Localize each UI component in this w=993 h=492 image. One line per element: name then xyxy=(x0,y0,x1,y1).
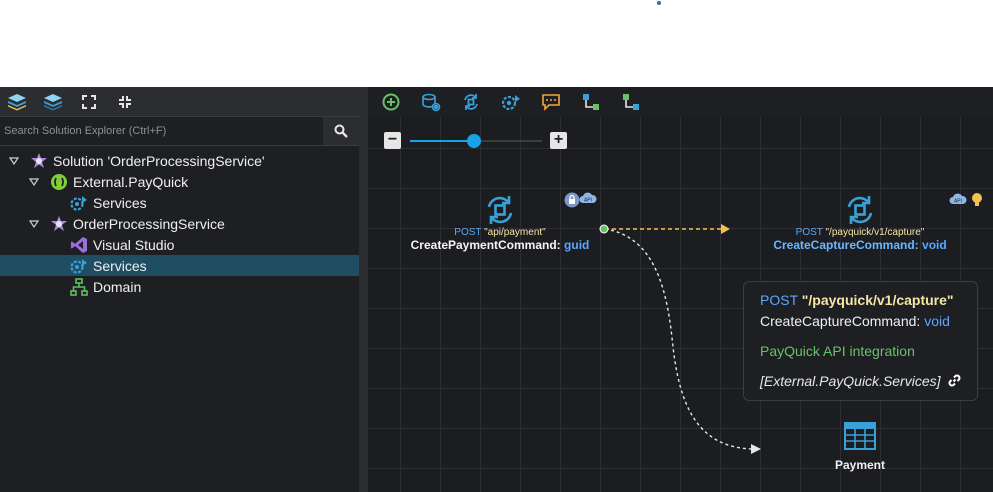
layers-stack-icon[interactable] xyxy=(42,92,64,112)
svg-text:API: API xyxy=(954,199,962,205)
indicator-dot xyxy=(657,1,661,5)
expand-icon[interactable] xyxy=(78,92,100,112)
cloud-api-icon: API xyxy=(949,192,967,211)
services-icon xyxy=(70,194,88,212)
expand-triangle-icon[interactable] xyxy=(28,218,40,230)
expand-triangle-icon[interactable] xyxy=(28,176,40,188)
arrowhead xyxy=(751,444,761,454)
panel-splitter[interactable] xyxy=(359,87,368,492)
explorer-toolbar xyxy=(0,87,359,116)
tree-item-external-payquick[interactable]: External.PayQuick xyxy=(0,171,359,192)
table-icon xyxy=(820,422,900,452)
tree-item-orderprocessingservice[interactable]: OrderProcessingService xyxy=(0,213,359,234)
visual-studio-icon xyxy=(70,236,88,254)
tree-item-label: External.PayQuick xyxy=(73,173,189,190)
search-icon xyxy=(334,124,348,138)
lightbulb-icon[interactable] xyxy=(971,192,983,213)
layers-icon[interactable] xyxy=(6,92,28,112)
svg-text:API: API xyxy=(584,198,592,204)
tree-item-domain[interactable]: Domain xyxy=(0,276,359,297)
expand-triangle-icon[interactable] xyxy=(8,155,20,167)
tree-item-label: OrderProcessingService xyxy=(73,215,225,232)
connector-anchor[interactable] xyxy=(599,224,609,234)
solution-icon xyxy=(30,152,48,170)
tree-item-label: Solution 'OrderProcessingService' xyxy=(53,152,265,169)
tooltip-signature: CreateCaptureCommand: void xyxy=(760,313,950,329)
tree-item-services-external[interactable]: Services xyxy=(0,192,359,213)
solution-explorer: Solution 'OrderProcessingService' Extern… xyxy=(0,87,359,492)
entity-name: Payment xyxy=(834,458,886,472)
command-signature: CreatePaymentCommand: guid xyxy=(410,238,590,252)
solution-tree: Solution 'OrderProcessingService' Extern… xyxy=(0,146,359,297)
arrowhead xyxy=(721,224,730,234)
payment-entity-node[interactable]: Payment xyxy=(820,422,900,472)
tree-item-solution[interactable]: Solution 'OrderProcessingService' xyxy=(0,150,359,171)
tree-item-label: Domain xyxy=(93,278,142,295)
tree-item-label: Services xyxy=(93,257,147,274)
tree-item-label: Visual Studio xyxy=(93,236,175,253)
solution-icon xyxy=(50,215,68,233)
tooltip-source: [External.PayQuick.Services] xyxy=(760,373,961,390)
tooltip-route: POST "/payquick/v1/capture" xyxy=(760,292,954,308)
domain-icon xyxy=(70,277,88,296)
tree-item-services-selected[interactable]: Services xyxy=(0,255,359,276)
security-badge-icon xyxy=(564,192,580,213)
search-input[interactable] xyxy=(0,124,323,138)
services-designer: − + POST "api/payment" CreatePaymentComm… xyxy=(368,87,993,492)
command-icon xyxy=(764,193,956,227)
create-capture-command-node[interactable]: POST "/payquick/v1/capture" CreateCaptur… xyxy=(764,193,956,252)
external-package-icon xyxy=(50,173,68,191)
route-label: POST "api/payment" xyxy=(454,227,546,238)
collapse-icon[interactable] xyxy=(114,92,136,112)
search-bar xyxy=(0,116,359,146)
command-signature: CreateCaptureCommand: void xyxy=(773,238,947,252)
cloud-api-icon: API xyxy=(579,191,597,210)
tree-item-label: Services xyxy=(93,194,147,211)
services-icon xyxy=(70,257,88,275)
search-button[interactable] xyxy=(323,117,359,145)
route-label: POST "/payquick/v1/capture" xyxy=(795,227,925,238)
payment-association-connector[interactable] xyxy=(604,228,753,450)
link-icon[interactable] xyxy=(948,374,961,390)
tree-item-visual-studio[interactable]: Visual Studio xyxy=(0,234,359,255)
tooltip-description: PayQuick API integration xyxy=(760,343,915,359)
command-tooltip: POST "/payquick/v1/capture" CreateCaptur… xyxy=(743,281,978,401)
